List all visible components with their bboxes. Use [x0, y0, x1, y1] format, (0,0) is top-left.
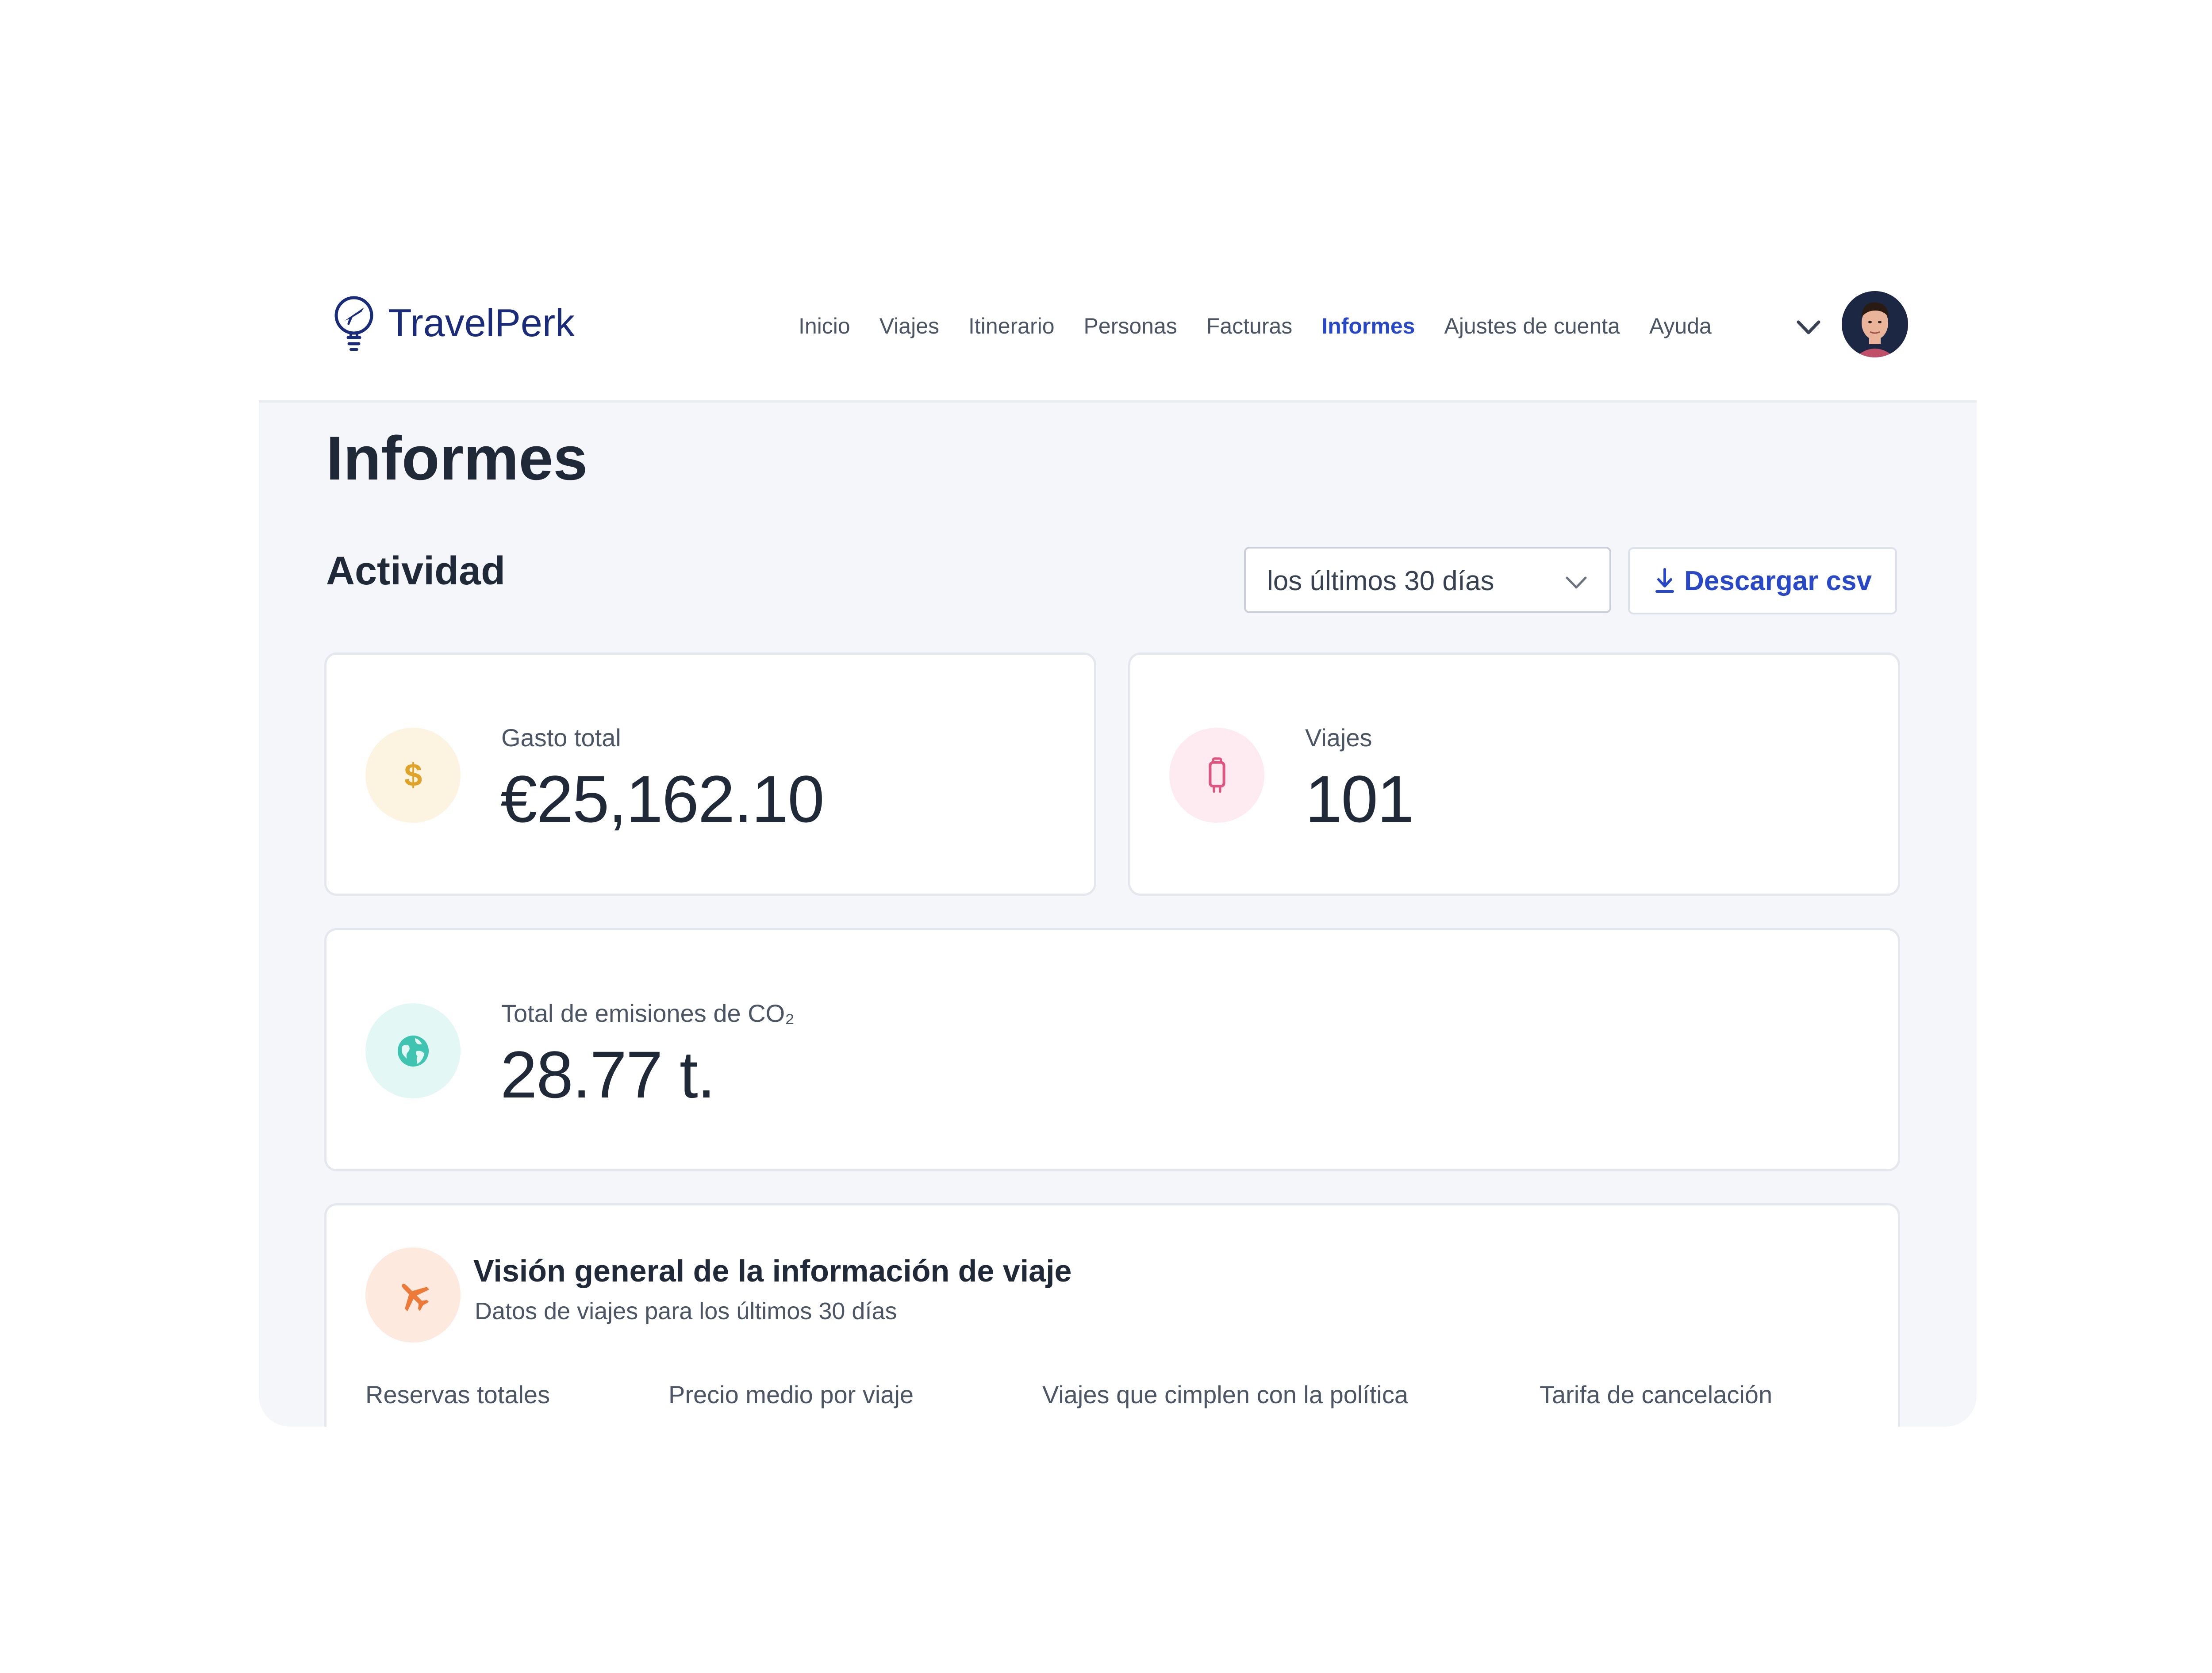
- nav-item-itinerario[interactable]: Itinerario: [968, 313, 1055, 339]
- nav-item-informes[interactable]: Informes: [1321, 313, 1415, 339]
- avatar[interactable]: [1842, 291, 1908, 357]
- app-window: TravelPerk Inicio Viajes Itinerario Pers…: [259, 248, 1977, 1427]
- user-photo-icon: [1842, 291, 1908, 357]
- stat-label-co2: Total de emisiones de CO₂: [501, 999, 795, 1027]
- overview-column-header: Reservas totales: [365, 1381, 550, 1408]
- overview-subtitle: Datos de viajes para los últimos 30 días: [475, 1298, 897, 1324]
- chevron-down-icon[interactable]: [1793, 314, 1824, 341]
- top-header: TravelPerk Inicio Viajes Itinerario Pers…: [259, 248, 1977, 403]
- stat-card-trips: Viajes 101: [1128, 652, 1900, 896]
- stat-label-trips: Viajes: [1305, 724, 1372, 752]
- svg-text:$: $: [404, 758, 422, 793]
- stat-card-co2: Total de emisiones de CO₂ 28.77 t.: [324, 928, 1900, 1171]
- period-select-value: los últimos 30 días: [1267, 566, 1494, 596]
- stat-value-trips: 101: [1305, 762, 1414, 836]
- brand-logo[interactable]: TravelPerk: [330, 294, 575, 352]
- download-csv-label: Descargar csv: [1684, 565, 1872, 596]
- dollar-icon: $: [365, 728, 461, 823]
- overview-column-header: Precio medio por viaje: [668, 1381, 914, 1408]
- overview-column-header: Viajes que cimplen con la política: [1042, 1381, 1409, 1408]
- airplane-icon: [365, 1247, 461, 1343]
- stat-card-spend: $ Gasto total €25,162.10: [324, 652, 1096, 896]
- period-select[interactable]: los últimos 30 días: [1244, 547, 1611, 613]
- page-title: Informes: [326, 423, 588, 493]
- globe-icon: [365, 1003, 461, 1098]
- lightbulb-plane-icon: [334, 296, 373, 351]
- overview-title: Visión general de la información de viaj…: [473, 1254, 1072, 1288]
- section-title-actividad: Actividad: [326, 549, 506, 593]
- download-csv-button[interactable]: Descargar csv: [1628, 547, 1897, 614]
- nav-item-ajustes-de-cuenta[interactable]: Ajustes de cuenta: [1444, 313, 1620, 339]
- nav-item-ayuda[interactable]: Ayuda: [1649, 313, 1712, 339]
- nav-item-inicio[interactable]: Inicio: [799, 313, 850, 339]
- nav-item-viajes[interactable]: Viajes: [879, 313, 939, 339]
- download-icon: [1655, 568, 1674, 593]
- stat-label-spend: Gasto total: [501, 724, 621, 752]
- stat-value-spend: €25,162.10: [500, 762, 825, 836]
- nav-item-personas[interactable]: Personas: [1084, 313, 1177, 339]
- overview-card: Visión general de la información de viaj…: [324, 1203, 1900, 1427]
- main-nav: Inicio Viajes Itinerario Personas Factur…: [799, 313, 1741, 339]
- brand-name: TravelPerk: [388, 301, 575, 345]
- stat-value-co2: 28.77 t.: [500, 1037, 715, 1112]
- nav-item-facturas[interactable]: Facturas: [1206, 313, 1293, 339]
- overview-column-header: Tarifa de cancelación: [1540, 1381, 1773, 1408]
- luggage-icon: [1169, 728, 1264, 823]
- chevron-down-icon: [1566, 576, 1587, 589]
